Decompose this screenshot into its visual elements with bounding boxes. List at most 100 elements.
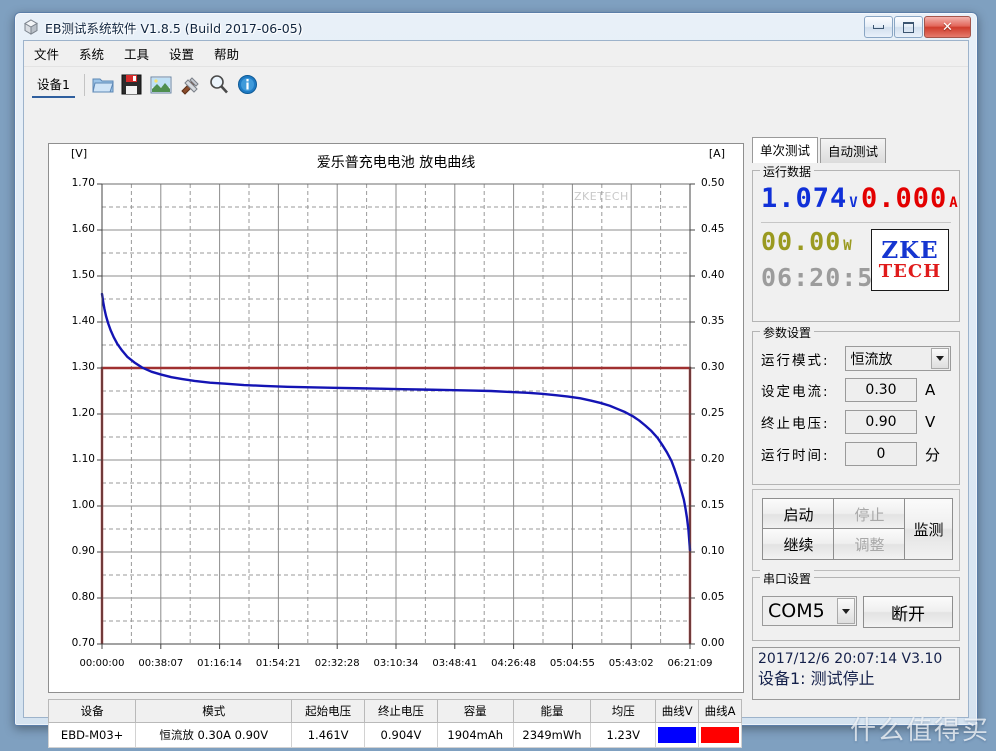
stop-button: 停止 — [833, 498, 906, 530]
menu-item-system[interactable]: 系统 — [79, 44, 104, 63]
window-title: EB测试系统软件 V1.8.5 (Build 2017-06-05) — [45, 21, 303, 36]
cell-avg-voltage: 1.23V — [590, 722, 657, 748]
x-axis-tick-label: 00:00:00 — [79, 658, 125, 669]
readout-divider — [761, 222, 951, 223]
y-axis-tick-label: 0.20 — [701, 453, 725, 465]
running-data-legend: 运行数据 — [760, 163, 815, 180]
app-window: EB测试系统软件 V1.8.5 (Build 2017-06-05) ✕ 文件 … — [14, 12, 978, 748]
folder-icon — [92, 78, 114, 92]
chart-plot[interactable] — [49, 144, 743, 692]
mode-select[interactable]: 恒流放 — [844, 346, 951, 371]
info-button[interactable] — [235, 72, 261, 98]
app-icon — [24, 19, 38, 35]
cutoff-voltage-value: 0.90 — [865, 414, 897, 430]
runtime-unit: 分 — [925, 445, 941, 464]
table-header-row: 设备 模式 起始电压 终止电压 容量 能量 均压 曲线V 曲线A — [47, 699, 742, 723]
col-energy: 能量 — [512, 699, 592, 723]
tab-single-test[interactable]: 单次测试 — [752, 137, 819, 163]
y-axis-tick-label: 0.25 — [701, 407, 725, 419]
cell-mode: 恒流放 0.30A 0.90V — [135, 722, 293, 748]
y-axis-tick-label: 0.80 — [71, 591, 95, 603]
minimize-button[interactable] — [864, 16, 893, 38]
col-device: 设备 — [47, 699, 137, 723]
save-button[interactable] — [119, 72, 145, 98]
current-readout: 0.000 A — [861, 183, 959, 214]
menu-item-settings[interactable]: 设置 — [169, 44, 194, 63]
tools-button[interactable] — [177, 72, 203, 98]
chevron-down-icon[interactable] — [837, 598, 855, 624]
runtime-input[interactable]: 0 — [845, 442, 917, 466]
chevron-down-icon[interactable] — [931, 348, 949, 369]
menu-item-help[interactable]: 帮助 — [214, 44, 239, 63]
open-button[interactable] — [90, 72, 116, 98]
set-current-unit: A — [925, 381, 936, 399]
menu-item-tools[interactable]: 工具 — [124, 44, 149, 63]
monitor-button[interactable]: 监测 — [904, 498, 953, 560]
voltage-unit: V — [849, 195, 859, 211]
col-capacity: 容量 — [436, 699, 514, 723]
right-panel: 单次测试 自动测试 运行数据 1.074 V 0.000 A 00.00 W 0… — [752, 137, 960, 700]
cutoff-voltage-row: 终止电压: 0.90 V — [761, 410, 951, 434]
image-icon — [150, 76, 172, 93]
zoom-button[interactable] — [206, 72, 232, 98]
maximize-button[interactable] — [894, 16, 923, 38]
current-unit: A — [949, 195, 959, 211]
start-button[interactable]: 启动 — [762, 498, 835, 530]
search-icon — [210, 75, 229, 94]
status-line-2: 设备1: 测试停止 — [758, 668, 875, 688]
save-icon — [121, 74, 142, 95]
x-axis-tick-label: 03:48:41 — [432, 658, 478, 669]
test-mode-tabs: 单次测试 自动测试 — [752, 137, 960, 163]
cell-curve-a — [698, 722, 742, 748]
cutoff-voltage-input[interactable]: 0.90 — [845, 410, 917, 434]
y-axis-tick-label: 0.45 — [701, 223, 725, 235]
y-axis-tick-label: 0.00 — [701, 637, 725, 649]
info-icon — [238, 75, 258, 94]
y-axis-tick-label: 0.90 — [71, 545, 95, 557]
set-current-input[interactable]: 0.30 — [845, 378, 917, 402]
disconnect-button[interactable]: 断开 — [863, 596, 953, 628]
mode-label: 运行模式: — [761, 352, 830, 369]
menu-item-file[interactable]: 文件 — [34, 44, 59, 63]
y-axis-tick-label: 1.00 — [71, 499, 95, 511]
y-axis-tick-label: 1.30 — [71, 361, 95, 373]
chart-panel: [V] [A] 爱乐普充电电池 放电曲线 ZKETECH 1.70 0.50 1.6… — [48, 143, 744, 693]
continue-button[interactable]: 继续 — [762, 528, 835, 560]
runtime-label: 运行时间: — [761, 448, 830, 464]
x-axis-tick-label: 05:04:55 — [549, 658, 595, 669]
y-axis-tick-label: 0.70 — [71, 637, 95, 649]
col-curve-a: 曲线A — [698, 699, 742, 723]
serial-port-value: COM5 — [768, 600, 825, 622]
x-axis-tick-label: 02:32:28 — [314, 658, 360, 669]
curve-a-swatch — [701, 727, 739, 743]
chart-image-button[interactable] — [148, 72, 174, 98]
set-current-value: 0.30 — [865, 382, 897, 398]
status-log[interactable]: 2017/12/6 20:07:14 V3.10 设备1: 测试停止 — [752, 647, 960, 700]
serial-port-select[interactable]: COM5 — [762, 596, 857, 626]
col-mode: 模式 — [135, 699, 293, 723]
x-axis-tick-label: 01:54:21 — [255, 658, 301, 669]
power-unit: W — [843, 238, 853, 254]
mode-value: 恒流放 — [850, 351, 893, 368]
zketech-logo-bottom: TECH — [878, 260, 942, 282]
cutoff-voltage-unit: V — [925, 413, 936, 431]
device-tab-1[interactable]: 设备1 — [32, 72, 75, 98]
curve-v-swatch — [658, 727, 697, 743]
mode-row: 运行模式: 恒流放 — [761, 346, 951, 371]
cell-capacity: 1904mAh — [436, 722, 514, 748]
x-axis-tick-label: 05:43:02 — [608, 658, 654, 669]
y-axis-tick-label: 0.15 — [701, 499, 725, 511]
x-axis-tick-label: 04:26:48 — [491, 658, 537, 669]
running-data-group: 运行数据 1.074 V 0.000 A 00.00 W 06:20:50 ZK… — [752, 163, 960, 322]
cell-device: EBD-M03+ — [47, 722, 137, 748]
table-row[interactable]: EBD-M03+ 恒流放 0.30A 0.90V 1.461V 0.904V 1… — [47, 722, 742, 748]
y-axis-tick-label: 1.70 — [71, 177, 95, 189]
close-button[interactable]: ✕ — [924, 16, 971, 38]
tab-auto-test[interactable]: 自动测试 — [820, 138, 887, 163]
close-icon: ✕ — [942, 19, 953, 35]
y-axis-tick-label: 0.35 — [701, 315, 725, 327]
cell-curve-v — [655, 722, 700, 748]
zketech-logo: ZKE TECH — [871, 229, 949, 291]
screen: EB测试系统软件 V1.8.5 (Build 2017-06-05) ✕ 文件 … — [0, 0, 996, 751]
y-axis-tick-label: 1.50 — [71, 269, 95, 281]
